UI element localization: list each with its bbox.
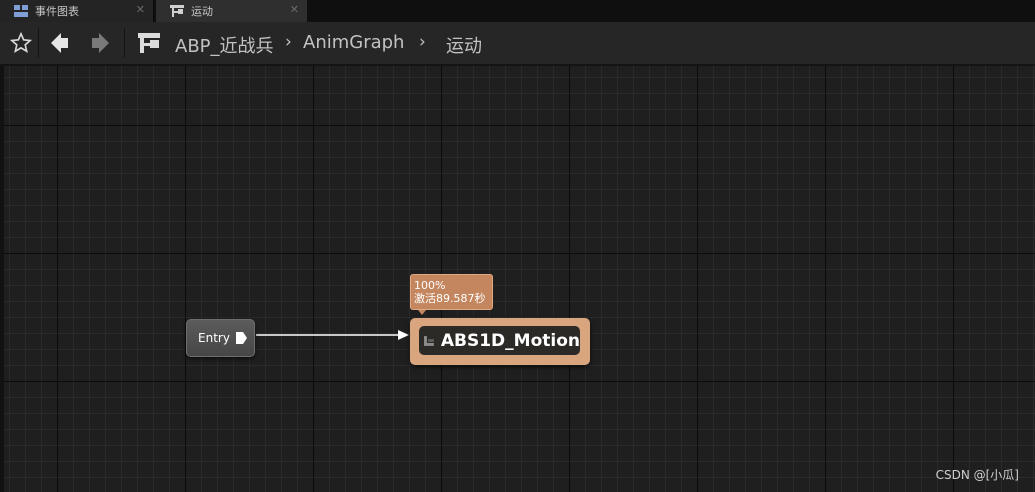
watermark: CSDN @[小瓜] xyxy=(935,468,1019,482)
state-node[interactable]: ABS1D_Motion xyxy=(410,318,590,365)
state-name: ABS1D_Motion xyxy=(440,330,580,351)
entry-label: Entry xyxy=(198,331,230,345)
state-icon xyxy=(424,335,434,346)
state-weight: 100% xyxy=(414,279,446,292)
state-active-time: 激活89.587秒 xyxy=(414,292,486,305)
entry-node[interactable]: Entry xyxy=(186,319,255,357)
state-title-bar[interactable]: ABS1D_Motion xyxy=(419,326,580,355)
transition-wire[interactable] xyxy=(0,0,1035,492)
tooltip-pointer xyxy=(418,310,426,315)
exec-pin-icon[interactable] xyxy=(235,332,247,344)
debug-tooltip: 100% 激活89.587秒 xyxy=(410,274,493,310)
